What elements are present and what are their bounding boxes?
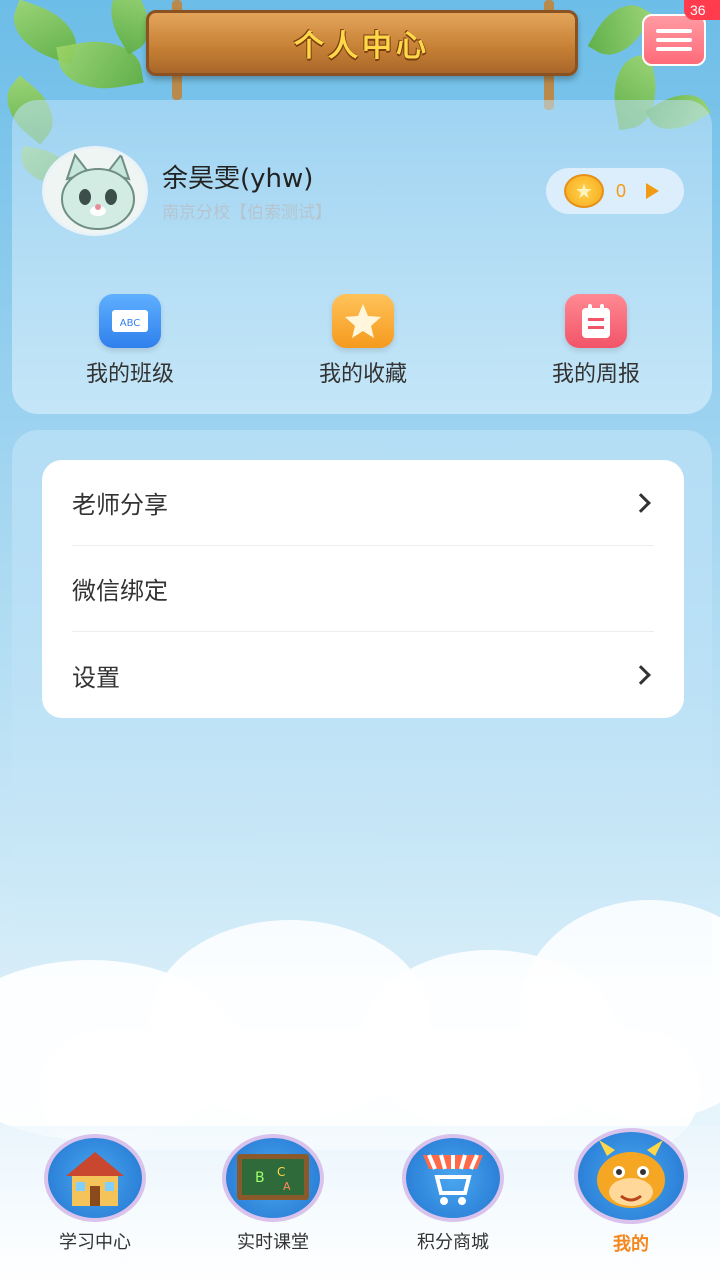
nav-tab-label: 实时课堂 bbox=[237, 1232, 309, 1253]
nav-tab-mine[interactable]: 我的 bbox=[556, 1128, 706, 1256]
svg-text:B: B bbox=[255, 1170, 265, 1186]
menu-item-label: 老师分享 bbox=[72, 491, 168, 519]
star-coin-icon: ★ bbox=[564, 174, 604, 208]
cow-mascot-icon bbox=[574, 1128, 688, 1224]
points-value: 0 bbox=[616, 180, 627, 201]
nav-tab-live-class[interactable]: B C A 实时课堂 bbox=[198, 1134, 348, 1254]
menu-item-wechat-binding[interactable]: 微信绑定 bbox=[72, 546, 654, 632]
chevron-right-icon bbox=[631, 665, 651, 685]
shopping-cart-icon bbox=[402, 1134, 504, 1222]
menu-card: 老师分享 微信绑定 设置 bbox=[42, 460, 684, 718]
message-icon-line bbox=[656, 47, 692, 51]
message-icon bbox=[656, 29, 692, 33]
svg-text:C: C bbox=[277, 1165, 285, 1179]
avatar[interactable] bbox=[42, 146, 148, 236]
abc-board-icon: ABC bbox=[99, 294, 161, 348]
svg-text:A: A bbox=[283, 1180, 291, 1193]
user-name: 余昊雯(yhw) bbox=[162, 164, 314, 194]
menu-item-settings[interactable]: 设置 bbox=[72, 632, 654, 718]
quick-action-label: 我的周报 bbox=[551, 362, 640, 387]
star-icon bbox=[332, 294, 394, 348]
school-name: 南京分校【伯索测试】 bbox=[162, 203, 332, 223]
message-badge: 36 bbox=[684, 0, 720, 20]
nav-tab-label: 我的 bbox=[613, 1234, 649, 1255]
title-sign: 个人中心 bbox=[146, 10, 578, 76]
chalkboard-icon: B C A bbox=[222, 1134, 324, 1222]
quick-action-my-favorites[interactable]: 我的收藏 bbox=[283, 294, 443, 388]
quick-action-label: 我的收藏 bbox=[318, 362, 407, 387]
nav-tab-points-mall[interactable]: 积分商城 bbox=[378, 1134, 528, 1254]
message-icon-line bbox=[656, 38, 692, 42]
quick-action-weekly-report[interactable]: 我的周报 bbox=[516, 294, 676, 388]
quick-action-my-class[interactable]: ABC 我的班级 bbox=[50, 294, 210, 388]
svg-text:ABC: ABC bbox=[120, 318, 141, 329]
points-button[interactable]: ★ 0 bbox=[546, 168, 684, 214]
page-title: 个人中心 bbox=[294, 29, 430, 64]
menu-item-teacher-share[interactable]: 老师分享 bbox=[72, 460, 654, 546]
menu-item-label: 设置 bbox=[72, 663, 120, 692]
chevron-right-icon bbox=[631, 492, 651, 513]
message-button[interactable] bbox=[642, 14, 706, 66]
quick-action-label: 我的班级 bbox=[85, 362, 174, 387]
menu-item-label: 微信绑定 bbox=[72, 577, 168, 605]
notepad-icon bbox=[565, 294, 627, 348]
house-icon bbox=[44, 1134, 146, 1222]
nav-tab-label: 学习中心 bbox=[59, 1232, 131, 1253]
nav-tab-label: 积分商城 bbox=[417, 1232, 489, 1253]
nav-tab-study-center[interactable]: 学习中心 bbox=[20, 1134, 170, 1254]
play-arrow-icon bbox=[646, 183, 660, 199]
